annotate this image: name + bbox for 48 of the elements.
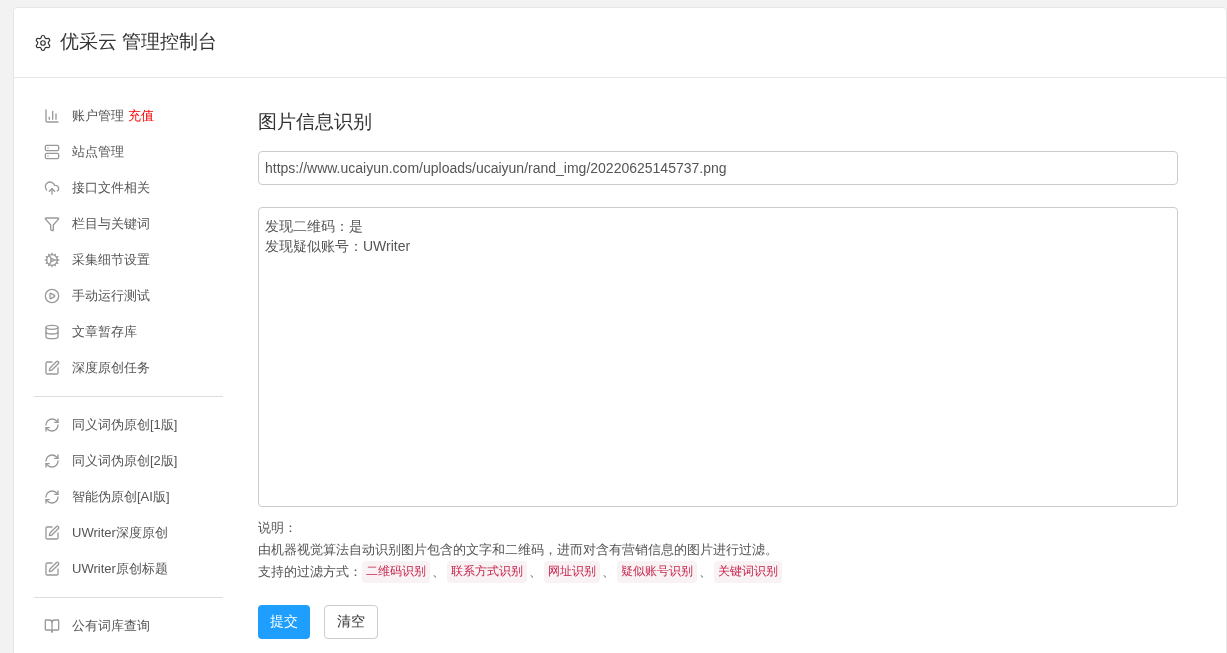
filter-method-tag: 关键词识别: [714, 560, 782, 583]
sidebar-item[interactable]: 同义词伪原创[2版]: [72, 451, 178, 471]
sidebar-item[interactable]: 智能伪原创[AI版]: [72, 487, 170, 507]
sidebar-item[interactable]: 账户管理: [72, 106, 124, 126]
filter-icon: [44, 216, 60, 232]
sidebar-item[interactable]: 深度原创任务: [72, 358, 150, 378]
bar-chart-icon: [44, 108, 60, 124]
sidebar-item[interactable]: 采集细节设置: [72, 250, 150, 270]
recharge-link[interactable]: 充值: [128, 106, 154, 126]
url-input-field[interactable]: https://www.ucaiyun.com/uploads/ucaiyun/rand_img/20220625145737.png: [258, 150, 1178, 185]
sidebar-item[interactable]: 接口文件相关: [72, 178, 150, 198]
sidebar-item[interactable]: 公有词库查询: [72, 616, 150, 636]
cloud-upload-icon: [44, 180, 60, 196]
server-icon: [44, 144, 60, 160]
play-icon: [44, 288, 60, 304]
filter-method-tag: 网址识别: [544, 560, 600, 583]
sidebar-item[interactable]: UWriter原创标题: [72, 559, 168, 579]
edit-icon: [44, 360, 60, 376]
filter-method-tag: 二维码识别: [362, 560, 430, 583]
result-line: 发现疑似账号：UWriter: [265, 236, 411, 256]
filter-method-tag: 联系方式识别: [447, 560, 527, 583]
sidebar-item[interactable]: 同义词伪原创[1版]: [72, 415, 178, 435]
result-line: 发现二维码：是: [265, 216, 363, 236]
separator: 、: [698, 562, 713, 581]
sidebar-item[interactable]: 手动运行测试: [72, 286, 150, 306]
result-text-area[interactable]: 发现二维码：是 发现疑似账号：UWriter: [258, 206, 1178, 507]
sidebar-item[interactable]: 栏目与关键词: [72, 214, 150, 234]
sidebar-item[interactable]: 文章暂存库: [72, 322, 137, 342]
refresh-icon: [44, 453, 60, 469]
refresh-icon: [44, 489, 60, 505]
refresh-icon: [44, 417, 60, 433]
filter-method-tag: 疑似账号识别: [617, 560, 697, 583]
edit-icon: [44, 561, 60, 577]
edit-icon: [44, 525, 60, 541]
settings-icon: [34, 33, 52, 52]
note-description: 由机器视觉算法自动识别图片包含的文字和二维码，进而对含有营销信息的图片进行过滤。: [258, 540, 778, 559]
console-title: 优采云 管理控制台: [60, 30, 218, 55]
clear-button[interactable]: 清空: [324, 604, 378, 639]
book-icon: [44, 618, 60, 634]
separator: 、: [431, 562, 446, 581]
note-heading: 说明：: [258, 518, 297, 537]
page-title: 图片信息识别: [258, 110, 373, 134]
sidebar-item[interactable]: UWriter深度原创: [72, 523, 168, 543]
separator: 、: [601, 562, 616, 581]
database-icon: [44, 324, 60, 340]
sidebar-item[interactable]: 站点管理: [72, 142, 124, 162]
separator: 、: [528, 562, 543, 581]
methods-label: 支持的过滤方式：: [258, 562, 362, 581]
